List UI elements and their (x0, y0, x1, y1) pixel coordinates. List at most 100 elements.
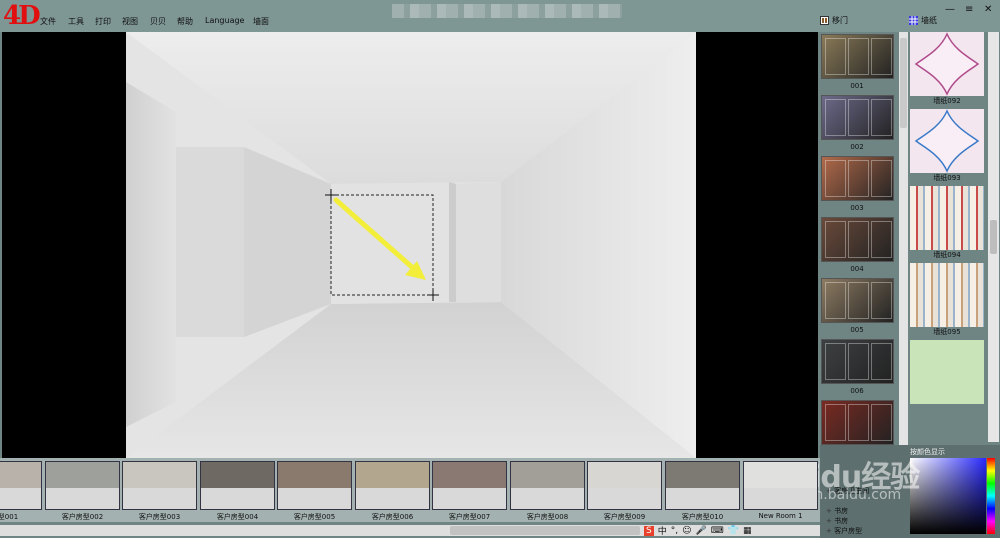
door-item[interactable]: 003 (820, 155, 896, 212)
tree-item-study[interactable]: 书房 (826, 506, 848, 516)
door-thumbnail (821, 339, 894, 384)
room-thumbnail-label: 客户房型002 (61, 513, 104, 521)
door-label: 002 (850, 143, 864, 151)
room-thumbnail (743, 461, 818, 510)
door-pane (848, 282, 869, 319)
room-thumbnail (45, 461, 120, 510)
door-pane (848, 99, 869, 136)
room-thumbnail-label: 客户房型009 (603, 513, 646, 521)
ime-tray-icon[interactable]: S (644, 525, 654, 536)
wallpaper-thumbnail (910, 340, 984, 404)
wallpaper-item[interactable] (909, 340, 985, 416)
door-thumbnail (821, 156, 894, 201)
room-thumbnail-item[interactable]: 客户房型003 (122, 461, 197, 521)
wallpaper-label: 墙纸092 (933, 97, 961, 105)
menu-wall[interactable]: 墙面 (253, 16, 269, 27)
wallpaper-scroll-thumb[interactable] (990, 220, 997, 254)
room-thumbnail-item[interactable]: 客户房型004 (200, 461, 275, 521)
door-item[interactable]: 002 (820, 94, 896, 151)
door-thumbnail (821, 400, 894, 445)
room-thumbnail-item[interactable]: 客户房型006 (355, 461, 430, 521)
door-label: 001 (850, 82, 864, 90)
menu-language[interactable]: Language (205, 16, 244, 25)
door-label: 004 (850, 265, 864, 273)
door-label: 003 (850, 204, 864, 212)
room-thumbnail-item[interactable]: 客户房型007 (432, 461, 507, 521)
room-thumbnail-item[interactable]: 房型001 (0, 461, 42, 521)
door-label: 005 (850, 326, 864, 334)
room-thumbnail-label: 客户房型010 (681, 513, 724, 521)
ime-tray-icon[interactable]: 🎤 (696, 526, 707, 536)
room-thumbnail (510, 461, 585, 510)
door-pane (871, 404, 892, 441)
room-thumbnail (665, 461, 740, 510)
room-thumbnail (432, 461, 507, 510)
room-thumbnail-label: 客户房型007 (448, 513, 491, 521)
tree-item-study-2[interactable]: 书房 (826, 516, 848, 526)
tab-wallpaper[interactable]: 墙纸 (909, 15, 937, 26)
ime-tray-icon[interactable]: ⌨ (711, 526, 724, 536)
door-pane (871, 282, 892, 319)
door-pane (825, 282, 846, 319)
tab-wallpaper-label: 墙纸 (921, 16, 937, 25)
room-thumbnail-item[interactable]: 客户房型010 (665, 461, 740, 521)
filmstrip-scroll-thumb[interactable] (450, 526, 640, 535)
menu-print[interactable]: 打印 (95, 16, 111, 27)
ime-tray-icon[interactable]: 👕 (728, 526, 739, 536)
room-thumbnail (587, 461, 662, 510)
door-item[interactable]: 004 (820, 216, 896, 273)
menu-beibei[interactable]: 贝贝 (150, 16, 166, 27)
room-thumbnail (0, 461, 42, 510)
room-thumbnail-item[interactable]: 客户房型002 (45, 461, 120, 521)
door-item[interactable]: 005 (820, 277, 896, 334)
menu-help[interactable]: 帮助 (177, 16, 193, 27)
wallpaper-thumbnail (910, 32, 984, 96)
ime-tray-icon[interactable]: ▦ (743, 526, 752, 536)
room-thumbnail-item[interactable]: 客户房型009 (587, 461, 662, 521)
ime-toolbar[interactable]: S 中 °, ☺ 🎤 ⌨ 👕 ▦ (644, 524, 751, 537)
wallpaper-catalog: 墙纸092 墙纸093 墙纸094 墙纸095 (909, 32, 987, 442)
wallpaper-label: 墙纸095 (933, 328, 961, 336)
door-item[interactable]: 006 (820, 338, 896, 395)
ime-tray-icon[interactable]: 中 (658, 524, 667, 537)
door-thumbnail (821, 34, 894, 79)
door-pane (871, 99, 892, 136)
wallpaper-item[interactable]: 墙纸095 (909, 263, 985, 339)
door-pane (848, 404, 869, 441)
wallpaper-item[interactable]: 墙纸093 (909, 109, 985, 185)
diamond-pattern (914, 32, 980, 96)
door-pane (848, 343, 869, 380)
menu-view[interactable]: 视图 (122, 16, 138, 27)
ime-tray-icon[interactable]: °, (671, 526, 678, 536)
diamond-pattern (914, 109, 980, 173)
door-item[interactable]: 001 (820, 33, 896, 90)
door-pane (848, 160, 869, 197)
wallpaper-item[interactable]: 墙纸094 (909, 186, 985, 262)
door-catalog-scroll-thumb[interactable] (900, 38, 907, 128)
room-thumbnail-item[interactable]: 客户房型005 (277, 461, 352, 521)
door-label: 006 (850, 387, 864, 395)
ime-tray-icon[interactable]: ☺ (682, 526, 691, 536)
room-scene[interactable] (126, 32, 696, 458)
room-thumbnail-label: New Room 1 (758, 512, 803, 520)
room-thumbnail-item[interactable]: New Room 1 (743, 461, 818, 521)
tab-doors[interactable]: 移门 (820, 15, 848, 26)
room-thumbnail-item[interactable]: 客户房型008 (510, 461, 585, 521)
room-thumbnail-label: 客户房型005 (293, 513, 336, 521)
close-button[interactable]: ✕ (984, 4, 992, 15)
menu-file[interactable]: 文件 (40, 16, 56, 27)
room-thumbnail-label: 客户房型004 (216, 513, 259, 521)
minimize-button[interactable]: — (945, 4, 955, 15)
hue-slider[interactable] (987, 458, 995, 534)
grid-icon (909, 16, 918, 25)
wallpaper-item[interactable]: 墙纸092 (909, 32, 985, 108)
maximize-button[interactable]: ≡ (965, 4, 973, 15)
wallpaper-label: 墙纸094 (933, 251, 961, 259)
tree-item-client-rooms[interactable]: 客户房型 (826, 526, 862, 536)
door-thumbnail (821, 217, 894, 262)
door-pane (871, 221, 892, 258)
room-thumbnail (200, 461, 275, 510)
room-thumbnail-label: 房型001 (0, 513, 19, 521)
color-spectrum[interactable] (910, 458, 986, 534)
menu-tools[interactable]: 工具 (68, 16, 84, 27)
